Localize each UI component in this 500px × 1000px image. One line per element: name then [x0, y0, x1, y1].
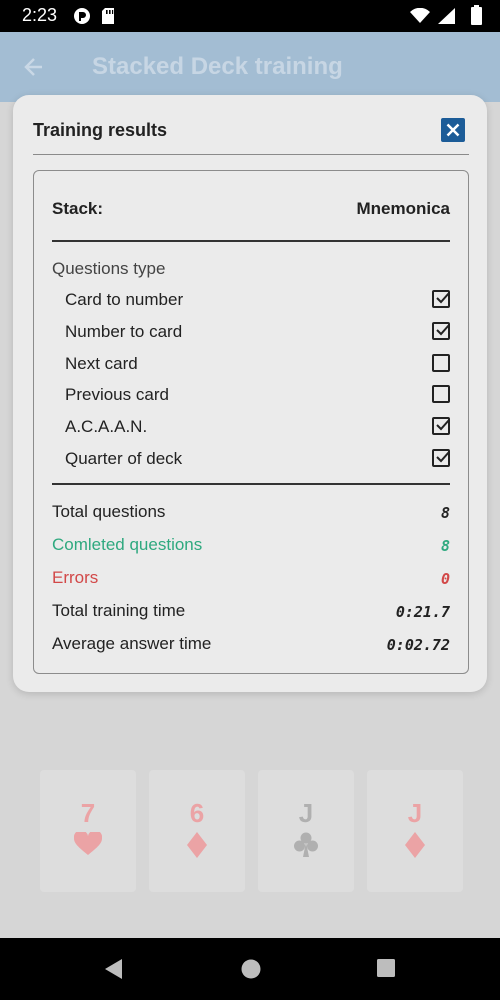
heart-icon: [73, 830, 103, 861]
question-type-checkbox[interactable]: [432, 417, 450, 435]
wifi-icon: [410, 7, 430, 29]
section-divider: [52, 483, 450, 485]
sd-card-icon: [101, 7, 115, 30]
diamond-icon: [187, 832, 207, 863]
question-type-label: Quarter of deck: [65, 449, 183, 468]
stack-value: Mnemonica: [356, 199, 450, 218]
status-bar: 2:23: [0, 0, 500, 32]
section-divider: [52, 240, 450, 242]
playing-card[interactable]: J: [367, 770, 463, 892]
question-type-item: Next card: [65, 354, 450, 374]
question-type-checkbox[interactable]: [432, 322, 450, 340]
question-type-item: Quarter of deck: [65, 449, 450, 469]
errors-label: Errors: [52, 568, 99, 587]
back-arrow-icon[interactable]: [22, 55, 46, 84]
navigation-bar: [0, 938, 500, 1000]
errors-value: 0: [440, 570, 450, 588]
training-results-dialog: Training results Stack: Mnemonica Questi…: [13, 95, 487, 692]
question-type-label: Next card: [65, 354, 138, 373]
app-title: Stacked Deck training: [92, 53, 343, 80]
diamond-icon: [405, 832, 425, 863]
total-questions-label: Total questions: [52, 502, 166, 521]
nav-recents-icon[interactable]: [376, 958, 396, 983]
nav-home-icon[interactable]: [240, 958, 262, 985]
avg-time-label: Average answer time: [52, 634, 212, 653]
total-questions-value: 8: [440, 504, 450, 522]
question-type-item: Card to number: [65, 290, 450, 310]
close-button[interactable]: [441, 118, 465, 142]
stack-label: Stack:: [52, 199, 104, 218]
signal-icon: [438, 8, 456, 29]
question-type-checkbox[interactable]: [432, 354, 450, 372]
status-time: 2:23: [22, 5, 58, 25]
question-type-checkbox[interactable]: [432, 449, 450, 467]
question-type-checkbox[interactable]: [432, 290, 450, 308]
card-rank: 6: [189, 798, 205, 828]
card-rank: 7: [80, 798, 96, 828]
question-type-label: Number to card: [65, 322, 183, 341]
nav-back-icon[interactable]: [104, 958, 124, 985]
question-type-item: A.C.A.A.N.: [65, 417, 450, 437]
completed-questions-value: 8: [440, 537, 450, 555]
total-time-value: 0:21.7: [395, 603, 450, 621]
playing-card[interactable]: 6: [149, 770, 245, 892]
dialog-divider: [33, 154, 469, 155]
question-type-checkbox[interactable]: [432, 385, 450, 403]
completed-questions-label: Comleted questions: [52, 535, 203, 554]
battery-icon: [471, 5, 482, 30]
questions-type-heading: Questions type: [52, 259, 166, 278]
playing-card[interactable]: 7: [40, 770, 136, 892]
results-panel: Stack: Mnemonica Questions type Card to …: [33, 170, 469, 674]
question-type-label: Card to number: [65, 290, 184, 309]
question-type-label: A.C.A.A.N.: [65, 417, 148, 436]
avg-time-value: 0:02.72: [386, 636, 450, 654]
playing-card[interactable]: J: [258, 770, 354, 892]
card-rank: J: [298, 798, 314, 828]
card-rank: J: [407, 798, 423, 828]
app-notification-icon: [73, 7, 91, 30]
dialog-title: Training results: [33, 120, 168, 140]
question-type-item: Previous card: [65, 385, 450, 405]
close-icon: [441, 123, 465, 146]
club-icon: [294, 832, 318, 863]
total-time-label: Total training time: [52, 601, 186, 620]
question-type-item: Number to card: [65, 322, 450, 342]
question-type-label: Previous card: [65, 385, 169, 404]
app-bar: Stacked Deck training: [0, 32, 500, 102]
